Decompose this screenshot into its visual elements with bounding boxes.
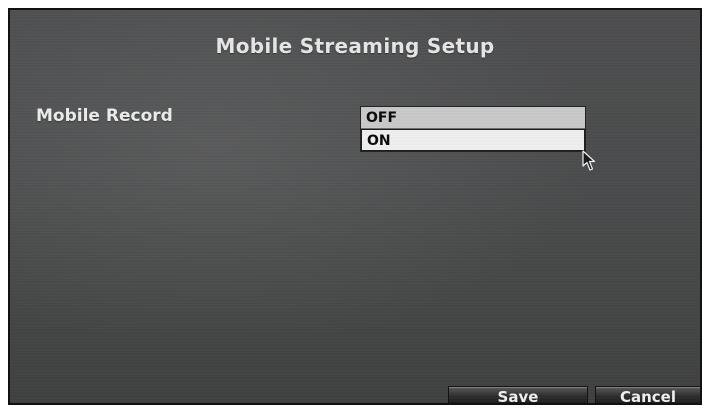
- dropdown-option-on[interactable]: ON: [361, 129, 585, 151]
- mobile-record-label: Mobile Record: [36, 106, 173, 126]
- photo-frame: Mobile Streaming Setup Mobile Record OFF…: [0, 0, 708, 409]
- dropdown-option-off[interactable]: OFF: [361, 107, 585, 129]
- page-title: Mobile Streaming Setup: [215, 34, 495, 58]
- setup-screen: Mobile Streaming Setup Mobile Record OFF…: [8, 8, 702, 405]
- save-button[interactable]: Save: [448, 386, 588, 403]
- mobile-record-dropdown[interactable]: OFF ON: [360, 106, 586, 152]
- mouse-pointer-icon: [582, 150, 596, 171]
- cancel-button[interactable]: Cancel: [595, 386, 700, 403]
